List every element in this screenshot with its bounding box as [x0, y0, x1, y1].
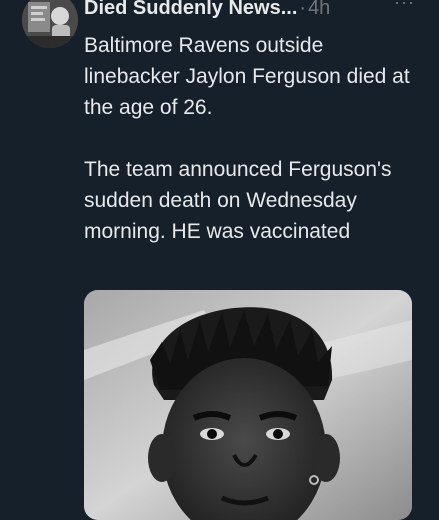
author-name[interactable]: Died Suddenly News... [84, 0, 297, 20]
tweet-paragraph: Baltimore Ravens outside linebacker Jayl… [84, 34, 410, 119]
tweet-separator: · [299, 0, 307, 19]
avatar[interactable] [22, 0, 78, 48]
portrait-photo-icon [84, 290, 412, 520]
tweet[interactable]: Died Suddenly News... · 4h ··· Baltimore… [0, 0, 439, 520]
tweet-text: Baltimore Ravens outside linebacker Jayl… [84, 30, 414, 247]
tweet-paragraph: The team announced Ferguson's sudden dea… [84, 158, 392, 243]
avatar-photo-icon [22, 0, 78, 48]
tweet-header: Died Suddenly News... · 4h [84, 0, 330, 22]
tweet-timestamp[interactable]: 4h [308, 0, 330, 20]
tweet-media[interactable] [84, 290, 412, 520]
more-options-icon[interactable]: ··· [394, 0, 415, 13]
